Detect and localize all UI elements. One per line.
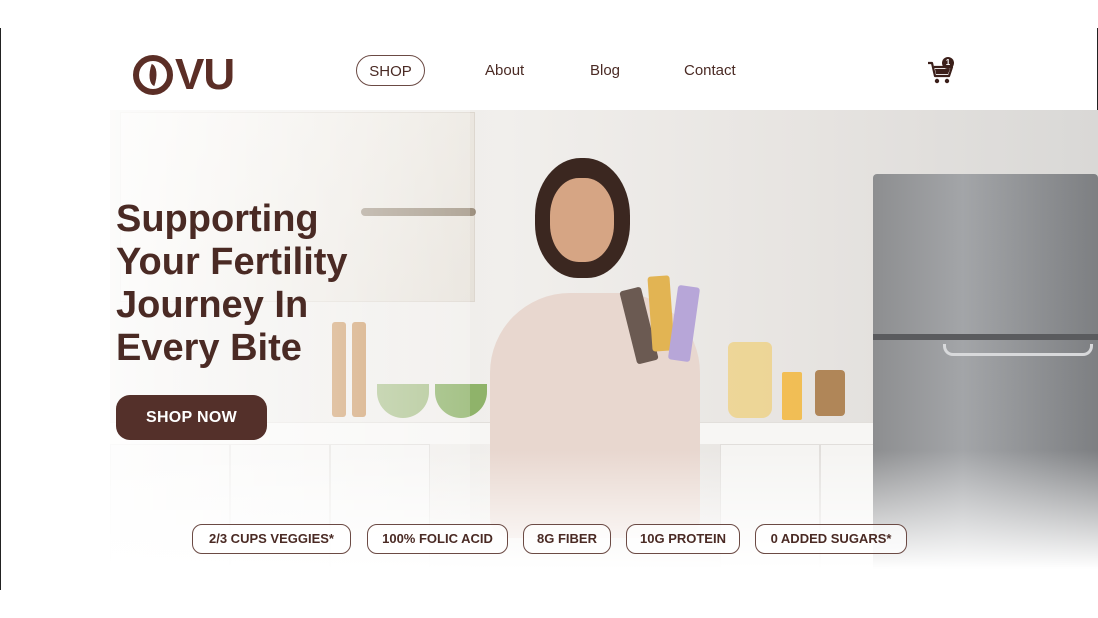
logo-text: VU: [175, 50, 235, 99]
cart-count-badge: 1: [942, 57, 954, 69]
feature-pill-fiber: 8G FIBER: [523, 524, 611, 554]
headline-line: Your Fertility: [116, 241, 348, 283]
feature-pill-sugars: 0 ADDED SUGARS*: [755, 524, 907, 554]
nav-contact-link[interactable]: Contact: [684, 55, 736, 86]
hero-headline: Supporting Your Fertility Journey In Eve…: [116, 198, 436, 370]
nav-shop-button[interactable]: SHOP: [356, 55, 425, 86]
headline-line: Every Bite: [116, 327, 302, 369]
utensil-holder: [815, 370, 845, 416]
nav-about-link[interactable]: About: [485, 55, 524, 86]
shop-now-button[interactable]: SHOP NOW: [116, 395, 267, 440]
hero-bottom-fade: [110, 450, 1098, 590]
headline-line: Journey In: [116, 284, 309, 326]
juice-glass: [782, 372, 802, 420]
juice-jug: [728, 342, 772, 418]
brand-logo[interactable]: VU: [133, 50, 235, 100]
headline-line: Supporting: [116, 198, 319, 240]
logo-leaf-o-icon: [133, 55, 173, 95]
feature-pill-folic-acid: 100% FOLIC ACID: [367, 524, 508, 554]
feature-pill-protein: 10G PROTEIN: [626, 524, 740, 554]
nav-blog-link[interactable]: Blog: [590, 55, 620, 86]
feature-pill-veggies: 2/3 CUPS VEGGIES*: [192, 524, 351, 554]
